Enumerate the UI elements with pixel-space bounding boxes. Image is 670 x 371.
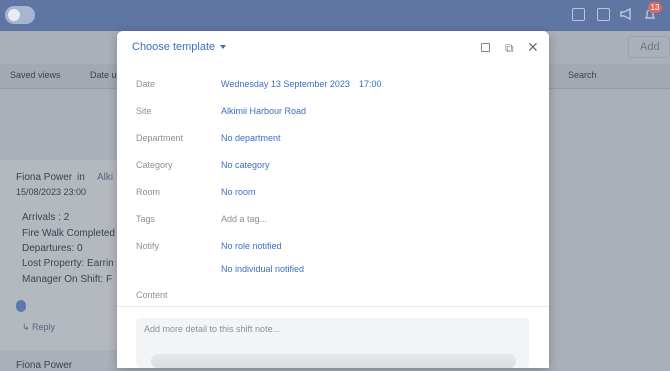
document-icon[interactable] (597, 8, 610, 21)
content-placeholder: Add more detail to this shift note... (144, 324, 281, 334)
mode-toggle[interactable] (5, 6, 35, 24)
site-value[interactable]: Alkimii Harbour Road (221, 106, 306, 116)
add-label: Add (640, 41, 660, 53)
divider (117, 306, 549, 307)
field-fire-walk: Fire Walk Completed (22, 228, 115, 239)
saved-views-dropdown[interactable]: Saved views (10, 70, 61, 80)
notify-label: Notify (136, 241, 160, 251)
shift-note-card: Fiona Power in Alki 15/08/2023 23:00 Arr… (0, 160, 117, 371)
content-textarea[interactable]: Add more detail to this shift note... (136, 318, 529, 368)
date-filter[interactable]: Date u (90, 70, 117, 80)
room-value[interactable]: No room (221, 187, 256, 197)
category-value[interactable]: No category (221, 160, 270, 170)
field-manager: Manager On Shift: F (22, 274, 113, 285)
chevron-down-icon (220, 45, 227, 50)
field-departures: Departures: 0 (22, 243, 83, 254)
note-timestamp: 15/08/2023 23:00 (16, 187, 87, 197)
attachment-icon[interactable]: ⧉ (505, 41, 514, 56)
notify-role-value[interactable]: No role notified (221, 241, 282, 251)
date-value[interactable]: Wednesday 13 September 2023 (221, 79, 350, 89)
notify-individual-value[interactable]: No individual notified (221, 264, 304, 274)
tags-input[interactable]: Add a tag... (221, 214, 267, 224)
note-site[interactable]: Alki (97, 172, 113, 183)
time-value[interactable]: 17:00 (359, 79, 382, 89)
tags-label: Tags (136, 214, 156, 224)
checkbox-icon[interactable] (481, 43, 490, 52)
top-bar: 13 (0, 0, 670, 31)
content-label: Content (136, 290, 168, 300)
note-author: Fiona Power (16, 172, 73, 183)
choose-template-label: Choose template (132, 41, 216, 53)
department-label: Department (136, 133, 184, 143)
choose-template-dropdown[interactable]: Choose template (132, 41, 227, 53)
editor-toolbar-shadow (151, 354, 516, 368)
calendar-icon[interactable] (572, 8, 585, 21)
toggle-knob (8, 9, 20, 21)
site-label: Site (136, 106, 152, 116)
category-label: Category (136, 160, 173, 170)
notification-badge: 13 (648, 2, 662, 13)
next-note-author: Fiona Power (16, 360, 73, 371)
search-field[interactable]: Search (568, 70, 597, 80)
date-label: Date (136, 79, 156, 89)
department-value[interactable]: No department (221, 133, 281, 143)
close-icon[interactable]: ✕ (527, 39, 539, 56)
megaphone-icon[interactable] (619, 7, 634, 21)
note-in: in (77, 172, 85, 183)
reaction-icon[interactable] (16, 300, 26, 312)
field-arrivals: Arrivals : 2 (22, 212, 70, 223)
room-label: Room (136, 187, 161, 197)
add-button[interactable]: Add (628, 36, 670, 58)
shift-note-modal: Choose template ⧉ ✕ Date Wednesday 13 Se… (117, 31, 549, 368)
field-lost-property: Lost Property: Earrin (22, 258, 114, 269)
reply-link[interactable]: ↳ Reply (22, 322, 55, 333)
